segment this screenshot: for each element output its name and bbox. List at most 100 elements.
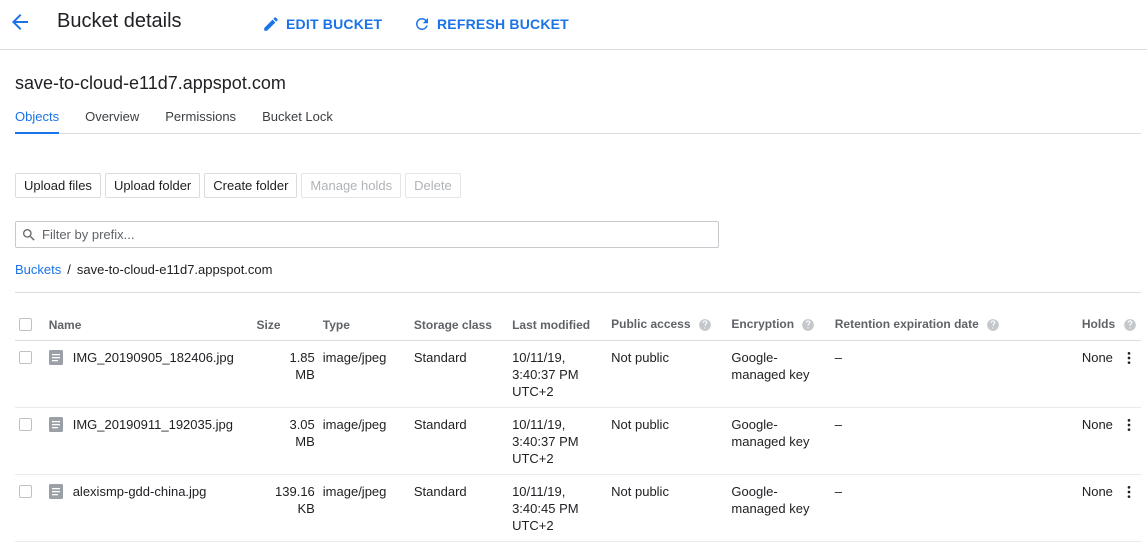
page-title: Bucket details <box>57 10 182 32</box>
row-select-cell <box>15 474 45 542</box>
top-bar: Bucket details EDIT BUCKET REFRESH BUCKE… <box>0 0 1147 50</box>
size-value: 3.05 <box>289 416 315 432</box>
bucket-name-heading: save-to-cloud-e11d7.appspot.com <box>15 73 286 93</box>
pencil-icon <box>264 17 278 31</box>
last-modified-cell: 10/11/19, 3:40:45 PM UTC+2 <box>508 474 608 542</box>
name-cell: IMG_20190905_182406.jpg <box>44 340 253 408</box>
help-icon[interactable] <box>986 318 1000 332</box>
column-header-holds-cell: Holds <box>1077 310 1141 341</box>
upload-folder-button[interactable]: Upload folder <box>104 173 201 198</box>
manage-holds-button[interactable]: Manage holds <box>301 173 402 198</box>
tab-objects[interactable]: Objects <box>15 105 60 134</box>
last-modified-cell: 10/11/19, 3:40:37 PM UTC+2 <box>508 407 608 475</box>
table-row: IMG_20190911_192035.jpg 3.05 MB image/jpe… <box>15 407 1141 475</box>
table-row: IMG_20190905_182406.jpg 1.85 MB image/jpe… <box>15 340 1141 408</box>
encryption-line1: Google- <box>731 483 778 499</box>
object-toolbar: Upload files Upload folder Create folder… <box>15 173 461 198</box>
object-name-link[interactable]: alexismp-gdd-china.jpg <box>73 483 207 500</box>
more-vert-icon[interactable] <box>1121 484 1137 500</box>
select-all-checkbox[interactable] <box>19 317 32 331</box>
help-icon[interactable] <box>698 318 712 332</box>
retention-cell: – <box>830 340 1078 408</box>
modified-timezone: UTC+2 <box>512 383 554 399</box>
file-icon <box>48 483 63 499</box>
more-vert-icon[interactable] <box>1121 350 1137 366</box>
size-unit: MB <box>295 433 315 449</box>
table-header-row: Name Size Type Storage class Last modifi… <box>15 310 1141 341</box>
name-cell: IMG_20190911_192035.jpg <box>44 407 253 475</box>
tab-permissions[interactable]: Permissions <box>165 105 236 134</box>
column-header-encryption[interactable]: Encryption <box>731 317 794 331</box>
row-checkbox[interactable] <box>19 417 32 431</box>
more-vert-icon[interactable] <box>1121 417 1137 433</box>
delete-button[interactable]: Delete <box>405 173 461 198</box>
breadcrumb: Buckets / save-to-cloud-e11d7.appspot.co… <box>15 262 272 277</box>
encryption-line2: managed key <box>731 500 810 516</box>
edit-bucket-label: EDIT BUCKET <box>286 16 383 32</box>
create-folder-button[interactable]: Create folder <box>204 173 298 198</box>
name-cell: alexismp-gdd-china.jpg <box>44 474 253 542</box>
row-menu-cell <box>1117 407 1141 475</box>
size-cell: 139.16 KB <box>252 474 319 542</box>
column-header-retention-cell: Retention expiration date <box>830 310 1078 341</box>
breadcrumb-buckets-link[interactable]: Buckets <box>15 262 61 277</box>
last-modified-cell: 10/11/19, 3:40:37 PM UTC+2 <box>508 340 608 408</box>
back-button[interactable] <box>8 10 32 34</box>
column-header-holds[interactable]: Holds <box>1082 317 1115 331</box>
file-icon <box>48 349 63 365</box>
holds-cell: None <box>1077 340 1117 408</box>
filter-box <box>15 221 719 248</box>
column-header-type[interactable]: Type <box>318 310 410 341</box>
public-access-cell: Not public <box>607 474 728 542</box>
tab-bar: Objects Overview Permissions Bucket Lock <box>15 105 1141 134</box>
public-access-cell: Not public <box>607 407 728 475</box>
type-cell: image/jpeg <box>318 407 410 475</box>
select-all-cell <box>15 310 45 341</box>
breadcrumb-separator: / <box>67 262 71 277</box>
search-icon <box>23 228 35 241</box>
column-header-name[interactable]: Name <box>44 310 253 341</box>
row-menu-cell <box>1117 474 1141 542</box>
retention-cell: – <box>830 407 1078 475</box>
modified-date: 10/11/19, <box>512 483 566 499</box>
column-header-public-access-cell: Public access <box>607 310 728 341</box>
holds-cell: None <box>1077 474 1117 542</box>
row-checkbox[interactable] <box>19 350 32 364</box>
object-name-link[interactable]: IMG_20190911_192035.jpg <box>73 416 233 433</box>
modified-date: 10/11/19, <box>512 349 566 365</box>
encryption-line2: managed key <box>731 433 810 449</box>
filter-input[interactable] <box>42 227 702 242</box>
encryption-cell: Google-managed key <box>727 407 831 475</box>
retention-cell: – <box>830 474 1078 542</box>
upload-files-button[interactable]: Upload files <box>15 173 101 198</box>
public-access-cell: Not public <box>607 340 728 408</box>
column-header-size[interactable]: Size <box>252 310 319 341</box>
help-icon[interactable] <box>1123 318 1137 332</box>
object-name-link[interactable]: IMG_20190905_182406.jpg <box>73 349 234 366</box>
column-header-encryption-cell: Encryption <box>727 310 831 341</box>
modified-timezone: UTC+2 <box>512 450 554 466</box>
size-cell: 1.85 MB <box>252 340 319 408</box>
help-icon[interactable] <box>801 318 815 332</box>
refresh-icon <box>415 17 428 30</box>
table-row: alexismp-gdd-china.jpg 139.16 KB image/jp… <box>15 474 1141 542</box>
column-header-last-modified[interactable]: Last modified <box>508 310 608 341</box>
tab-bucket-lock[interactable]: Bucket Lock <box>262 105 333 134</box>
encryption-cell: Google-managed key <box>727 340 831 408</box>
row-checkbox[interactable] <box>19 484 32 498</box>
refresh-bucket-button[interactable]: REFRESH BUCKET <box>413 14 569 34</box>
column-header-retention[interactable]: Retention expiration date <box>835 317 979 331</box>
refresh-bucket-label: REFRESH BUCKET <box>437 16 569 32</box>
encryption-line1: Google- <box>731 416 778 432</box>
arrow-back-icon[interactable] <box>8 10 32 34</box>
column-header-public-access[interactable]: Public access <box>611 317 690 331</box>
divider <box>15 292 1141 293</box>
tab-overview[interactable]: Overview <box>85 105 139 134</box>
encryption-line2: managed key <box>731 366 810 382</box>
row-select-cell <box>15 340 45 408</box>
size-value: 1.85 <box>289 349 315 365</box>
size-unit: KB <box>297 500 315 516</box>
column-header-storage-class[interactable]: Storage class <box>409 310 509 341</box>
modified-time: 3:40:37 PM <box>512 433 579 449</box>
edit-bucket-button[interactable]: EDIT BUCKET <box>262 14 382 34</box>
